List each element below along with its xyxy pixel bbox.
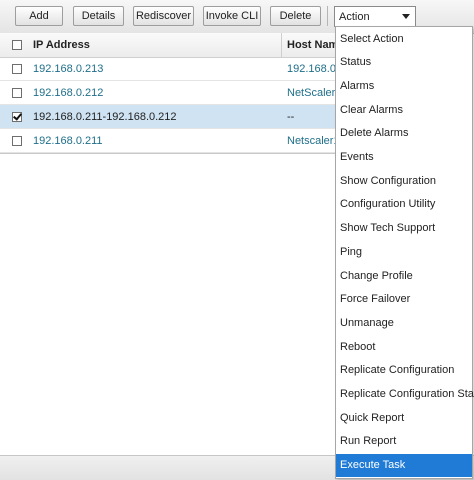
toolbar-separator — [327, 6, 328, 26]
grid-header: IP Address Host Name — [0, 33, 344, 58]
menu-item-status[interactable]: Status — [336, 51, 472, 74]
menu-item-show-tech-support[interactable]: Show Tech Support — [336, 217, 472, 240]
table-row[interactable]: 192.168.0.212 NetScaler2 — [0, 81, 341, 105]
menu-item-configuration-utility[interactable]: Configuration Utility — [336, 193, 472, 216]
host-name-link[interactable]: Netscaler1 — [287, 135, 340, 147]
menu-item-delete-alarms[interactable]: Delete Alarms — [336, 122, 472, 145]
menu-item-change-profile[interactable]: Change Profile — [336, 264, 472, 287]
menu-item-reboot[interactable]: Reboot — [336, 335, 472, 358]
table-row[interactable]: 192.168.0.211-192.168.0.212 -- — [0, 105, 340, 129]
add-button[interactable]: Add — [15, 6, 63, 26]
column-header-ip[interactable]: IP Address — [33, 39, 90, 51]
host-name-text: -- — [287, 111, 295, 123]
row-checkbox[interactable] — [12, 112, 22, 122]
row-checkbox[interactable] — [12, 64, 22, 74]
delete-button[interactable]: Delete — [270, 6, 321, 26]
menu-item-unmanage[interactable]: Unmanage — [336, 311, 472, 334]
host-name-link[interactable]: NetScaler2 — [287, 87, 341, 99]
device-grid: IP Address Host Name 192.168.0.213 192.1… — [0, 33, 357, 154]
menu-item-force-failover[interactable]: Force Failover — [336, 288, 472, 311]
ip-address-link[interactable]: 192.168.0.212 — [33, 87, 103, 99]
select-all-checkbox[interactable] — [12, 40, 22, 50]
ip-address-link[interactable]: 192.168.0.213 — [33, 63, 103, 75]
menu-item-events[interactable]: Events — [336, 146, 472, 169]
menu-item-show-configuration[interactable]: Show Configuration — [336, 169, 472, 192]
invoke-cli-button[interactable]: Invoke CLI — [203, 6, 261, 26]
rediscover-button[interactable]: Rediscover — [133, 6, 194, 26]
menu-item-quick-report[interactable]: Quick Report — [336, 406, 472, 429]
menu-item-replicate-configuration[interactable]: Replicate Configuration — [336, 359, 472, 382]
action-select-value: Action — [339, 10, 370, 23]
table-row[interactable]: 192.168.0.213 192.168.0.213 — [0, 57, 357, 81]
menu-item-execute-task[interactable]: Execute Task — [336, 453, 472, 477]
ip-address-link[interactable]: 192.168.0.211 — [33, 135, 103, 147]
row-checkbox[interactable] — [12, 136, 22, 146]
action-dropdown-menu: Select Action Status Alarms Clear Alarms… — [335, 26, 474, 479]
chevron-down-icon[interactable] — [402, 14, 410, 19]
row-checkbox[interactable] — [12, 88, 22, 98]
menu-item-run-report[interactable]: Run Report — [336, 430, 472, 453]
menu-item-replicate-configuration-status[interactable]: Replicate Configuration Status — [336, 383, 474, 406]
column-separator[interactable] — [281, 33, 282, 57]
ip-address-link[interactable]: 192.168.0.211-192.168.0.212 — [33, 111, 177, 123]
details-button[interactable]: Details — [73, 6, 124, 26]
menu-item-ping[interactable]: Ping — [336, 240, 472, 263]
action-select[interactable]: Action — [334, 6, 416, 27]
menu-item-select-action[interactable]: Select Action — [336, 27, 472, 50]
menu-item-clear-alarms[interactable]: Clear Alarms — [336, 98, 472, 121]
table-row[interactable]: 192.168.0.211 Netscaler1 — [0, 129, 340, 153]
menu-item-alarms[interactable]: Alarms — [336, 74, 472, 97]
